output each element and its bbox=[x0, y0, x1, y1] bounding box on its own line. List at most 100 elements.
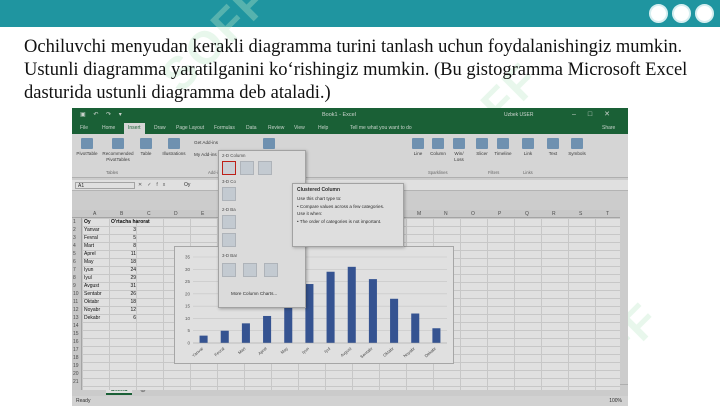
row-header[interactable]: 5 bbox=[73, 251, 76, 257]
row-header[interactable]: 7 bbox=[73, 267, 76, 273]
row-header[interactable]: 14 bbox=[73, 323, 79, 329]
tab-review[interactable]: Review bbox=[268, 125, 284, 131]
row-header[interactable]: 11 bbox=[73, 299, 78, 305]
chart-bar[interactable] bbox=[390, 298, 399, 343]
table-cell[interactable]: 3 bbox=[116, 227, 136, 233]
column-header[interactable]: P bbox=[498, 211, 501, 217]
winloss-sparkline-button[interactable]: Win/ Loss bbox=[450, 138, 468, 162]
clustered-column-option[interactable] bbox=[222, 161, 236, 175]
chart-bar[interactable] bbox=[220, 330, 229, 343]
table-cell[interactable]: Yanvar bbox=[84, 227, 99, 233]
text-button[interactable]: Text bbox=[544, 138, 562, 157]
table-cell[interactable]: Dekabr bbox=[84, 315, 100, 321]
table-cell[interactable]: 11 bbox=[116, 251, 136, 257]
tab-data[interactable]: Data bbox=[246, 125, 257, 131]
3d-bar-option-1[interactable] bbox=[222, 263, 236, 277]
table-cell[interactable]: 5 bbox=[116, 235, 136, 241]
row-header[interactable]: 3 bbox=[73, 235, 76, 241]
table-cell[interactable]: Aprel bbox=[84, 251, 96, 257]
header-cell[interactable]: O'rtacha harorat bbox=[111, 219, 150, 225]
tab-file[interactable]: File bbox=[80, 125, 88, 131]
chart-bar[interactable] bbox=[305, 284, 314, 343]
table-cell[interactable]: Avgust bbox=[84, 283, 99, 289]
chart-bar[interactable] bbox=[368, 279, 377, 343]
column-header[interactable]: B bbox=[120, 211, 123, 217]
table-cell[interactable]: Fevral bbox=[84, 235, 98, 241]
column-header[interactable]: S bbox=[579, 211, 582, 217]
row-header[interactable]: 20 bbox=[73, 371, 79, 377]
recommended-pivot-button[interactable]: Recommended PivotTables bbox=[100, 138, 136, 162]
chart-bar[interactable] bbox=[411, 313, 420, 343]
row-header[interactable]: 4 bbox=[73, 243, 76, 249]
3d-clustered-column-option[interactable] bbox=[222, 187, 236, 201]
row-header[interactable]: 17 bbox=[73, 347, 79, 353]
chart-bar[interactable] bbox=[199, 335, 208, 343]
get-addins-button[interactable]: Get Add-ins bbox=[194, 140, 234, 146]
table-cell[interactable]: Sentabr bbox=[84, 291, 102, 297]
row-header[interactable]: 12 bbox=[73, 307, 79, 313]
row-header[interactable]: 15 bbox=[73, 331, 79, 337]
chart-bar[interactable] bbox=[241, 323, 250, 343]
column-header[interactable]: E bbox=[201, 211, 204, 217]
tab-insert[interactable]: Insert bbox=[124, 123, 145, 134]
row-header[interactable]: 21 bbox=[73, 379, 79, 385]
clustered-bar-option[interactable] bbox=[222, 215, 236, 229]
tab-page-layout[interactable]: Page Layout bbox=[176, 125, 204, 131]
table-button[interactable]: Table bbox=[138, 138, 154, 157]
tab-formulas[interactable]: Formulas bbox=[214, 125, 235, 131]
row-header[interactable]: 9 bbox=[73, 283, 76, 289]
column-header[interactable]: T bbox=[606, 211, 609, 217]
illustrations-button[interactable]: Illustrations bbox=[160, 138, 188, 157]
table-cell[interactable]: 24 bbox=[116, 267, 136, 273]
row-header[interactable]: 2 bbox=[73, 227, 76, 233]
zoom-level[interactable]: 100% bbox=[609, 398, 622, 404]
tell-me-search[interactable]: Tell me what you want to do bbox=[350, 125, 412, 131]
table-cell[interactable]: Iyun bbox=[84, 267, 93, 273]
table-cell[interactable]: 31 bbox=[116, 283, 136, 289]
more-column-charts-link[interactable]: More Column Charts... bbox=[231, 291, 277, 296]
column-header[interactable]: A bbox=[93, 211, 96, 217]
table-cell[interactable]: 6 bbox=[116, 315, 136, 321]
row-header[interactable]: 6 bbox=[73, 259, 76, 265]
name-box[interactable]: A1 bbox=[75, 182, 135, 189]
row-header[interactable]: 10 bbox=[73, 291, 79, 297]
column-header[interactable]: Q bbox=[525, 211, 529, 217]
column-header[interactable]: R bbox=[552, 211, 556, 217]
row-header[interactable]: 19 bbox=[73, 363, 79, 369]
tab-view[interactable]: View bbox=[294, 125, 305, 131]
line-sparkline-button[interactable]: Line bbox=[410, 138, 426, 157]
stacked-column-option[interactable] bbox=[240, 161, 254, 175]
chart-bar[interactable] bbox=[347, 266, 356, 343]
table-cell[interactable]: 12 bbox=[116, 307, 136, 313]
table-cell[interactable]: Oktabr bbox=[84, 299, 99, 305]
table-cell[interactable]: Noyabr bbox=[84, 307, 100, 313]
share-button[interactable]: Share bbox=[602, 125, 615, 131]
column-chart[interactable]: 0 5 10 15 20 25 30 35 Yanvar Fevral Mart Aprel May Iy… bbox=[174, 246, 454, 364]
symbols-button[interactable]: Symbols bbox=[566, 138, 588, 157]
table-cell[interactable]: 18 bbox=[116, 259, 136, 265]
column-header[interactable]: D bbox=[174, 211, 178, 217]
header-cell[interactable]: Oy bbox=[84, 219, 91, 225]
quick-access-icons[interactable]: ▣ ↶ ↷ ▾ bbox=[80, 111, 125, 118]
column-header[interactable]: M bbox=[417, 211, 421, 217]
table-cell[interactable]: 18 bbox=[116, 299, 136, 305]
table-cell[interactable]: 26 bbox=[116, 291, 136, 297]
user-name[interactable]: Uzbek USER bbox=[504, 112, 533, 118]
row-header[interactable]: 16 bbox=[73, 339, 79, 345]
table-cell[interactable]: Mart bbox=[84, 243, 94, 249]
3d-bar-option-2[interactable] bbox=[243, 263, 257, 277]
tab-home[interactable]: Home bbox=[102, 125, 115, 131]
window-controls-icon[interactable]: –□✕ bbox=[572, 110, 622, 118]
column-header[interactable]: O bbox=[471, 211, 475, 217]
tab-draw[interactable]: Draw bbox=[154, 125, 166, 131]
column-sparkline-button[interactable]: Column bbox=[428, 138, 448, 157]
formula-input[interactable]: Oy bbox=[184, 182, 190, 188]
row-header[interactable]: 13 bbox=[73, 315, 79, 321]
row-header[interactable]: 8 bbox=[73, 275, 76, 281]
row-header[interactable]: 18 bbox=[73, 355, 79, 361]
table-cell[interactable]: 29 bbox=[116, 275, 136, 281]
stacked-100-column-option[interactable] bbox=[258, 161, 272, 175]
chart-bar[interactable] bbox=[432, 328, 441, 343]
table-cell[interactable]: Iyul bbox=[84, 275, 92, 281]
stacked-bar-option[interactable] bbox=[222, 233, 236, 247]
